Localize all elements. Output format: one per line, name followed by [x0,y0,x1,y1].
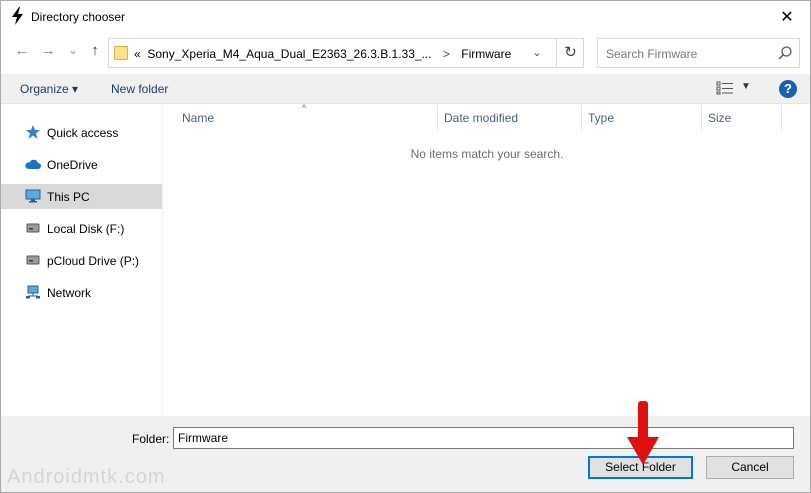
directory-chooser-window: Directory chooser ✕ ← → ⌄ ↑ « Sony_Xperi… [0,0,811,493]
sidebar-item-network[interactable]: Network [1,280,162,305]
sidebar-item-label: Local Disk (F:) [47,222,125,236]
organize-button[interactable]: Organize ▾ [20,82,78,96]
drive-icon [26,255,40,265]
view-dropdown-button[interactable]: ▼ [741,81,751,92]
empty-state-message: No items match your search. [410,147,564,161]
folder-name-input[interactable]: Firmware [173,427,794,449]
column-header-size[interactable]: Size [708,105,731,130]
search-icon[interactable] [777,45,793,61]
breadcrumb-separator[interactable]: > [443,47,450,61]
sort-indicator: ^ [302,103,307,113]
command-toolbar: Organize ▾ New folder ▼ ? [1,74,810,104]
view-options-icon[interactable] [716,81,734,95]
column-divider[interactable] [781,105,782,130]
sidebar-item-label: This PC [47,190,90,204]
column-header-date-modified[interactable]: Date modified [444,105,518,130]
star-icon [26,125,40,139]
close-button[interactable]: ✕ [764,1,810,32]
folder-label: Folder: [132,432,170,446]
sidebar-item-pcloud-drive[interactable]: pCloud Drive (P:) [1,248,162,273]
address-bar[interactable]: « Sony_Xperia_M4_Aqua_Dual_E2363_26.3.B.… [108,38,584,68]
sidebar-item-label: Network [47,286,92,300]
recent-locations-button[interactable]: ⌄ [64,42,82,60]
column-divider[interactable] [581,105,582,130]
red-arrow-annotation [627,401,659,465]
cloud-icon [25,159,41,169]
dialog-footer: Folder: Firmware Select Folder Cancel An… [1,416,810,492]
lightning-icon [12,7,23,25]
up-button[interactable]: ↑ [86,42,104,60]
breadcrumb-item-parent[interactable]: Sony_Xperia_M4_Aqua_Dual_E2363_26.3.B.1.… [147,47,431,61]
sidebar-item-this-pc[interactable]: This PC [1,184,162,209]
breadcrumb-overflow[interactable]: « [134,47,141,61]
sidebar-item-label: OneDrive [47,158,98,172]
folder-icon [114,46,128,60]
sidebar-item-onedrive[interactable]: OneDrive [1,152,162,177]
navigation-row: ← → ⌄ ↑ « Sony_Xperia_M4_Aqua_Dual_E2363… [1,34,810,70]
forward-button[interactable]: → [39,42,57,60]
computer-icon [25,189,41,203]
column-divider[interactable] [437,105,438,130]
new-folder-button[interactable]: New folder [111,82,168,96]
search-input[interactable]: Search Firmware [606,47,697,61]
back-button[interactable]: ← [13,42,31,60]
file-list: ^ Name Date modified Type Size No items … [164,103,810,416]
sidebar-item-quick-access[interactable]: Quick access [1,120,162,145]
navigation-pane: Quick access OneDrive This PC Local Disk… [1,105,163,416]
close-icon: ✕ [780,8,794,26]
sidebar-item-label: Quick access [47,126,119,140]
column-divider[interactable] [701,105,702,130]
cancel-button[interactable]: Cancel [706,456,794,479]
column-header-type[interactable]: Type [588,105,614,130]
drive-icon [26,223,40,233]
sidebar-item-local-disk[interactable]: Local Disk (F:) [1,216,162,241]
network-icon [26,285,40,299]
title-bar: Directory chooser ✕ [1,1,810,32]
watermark: Androidmtk.com [7,466,166,488]
window-title: Directory chooser [31,10,126,24]
column-header-name[interactable]: Name [182,105,214,130]
help-button[interactable]: ? [779,80,797,98]
breadcrumb: « Sony_Xperia_M4_Aqua_Dual_E2363_26.3.B.… [134,47,511,61]
breadcrumb-item-firmware[interactable]: Firmware [461,47,511,61]
sidebar-item-label: pCloud Drive (P:) [47,254,140,268]
search-box[interactable]: Search Firmware [597,38,800,68]
address-dropdown-button[interactable]: ⌄ [528,45,546,61]
refresh-button[interactable]: ↻ [556,39,584,67]
